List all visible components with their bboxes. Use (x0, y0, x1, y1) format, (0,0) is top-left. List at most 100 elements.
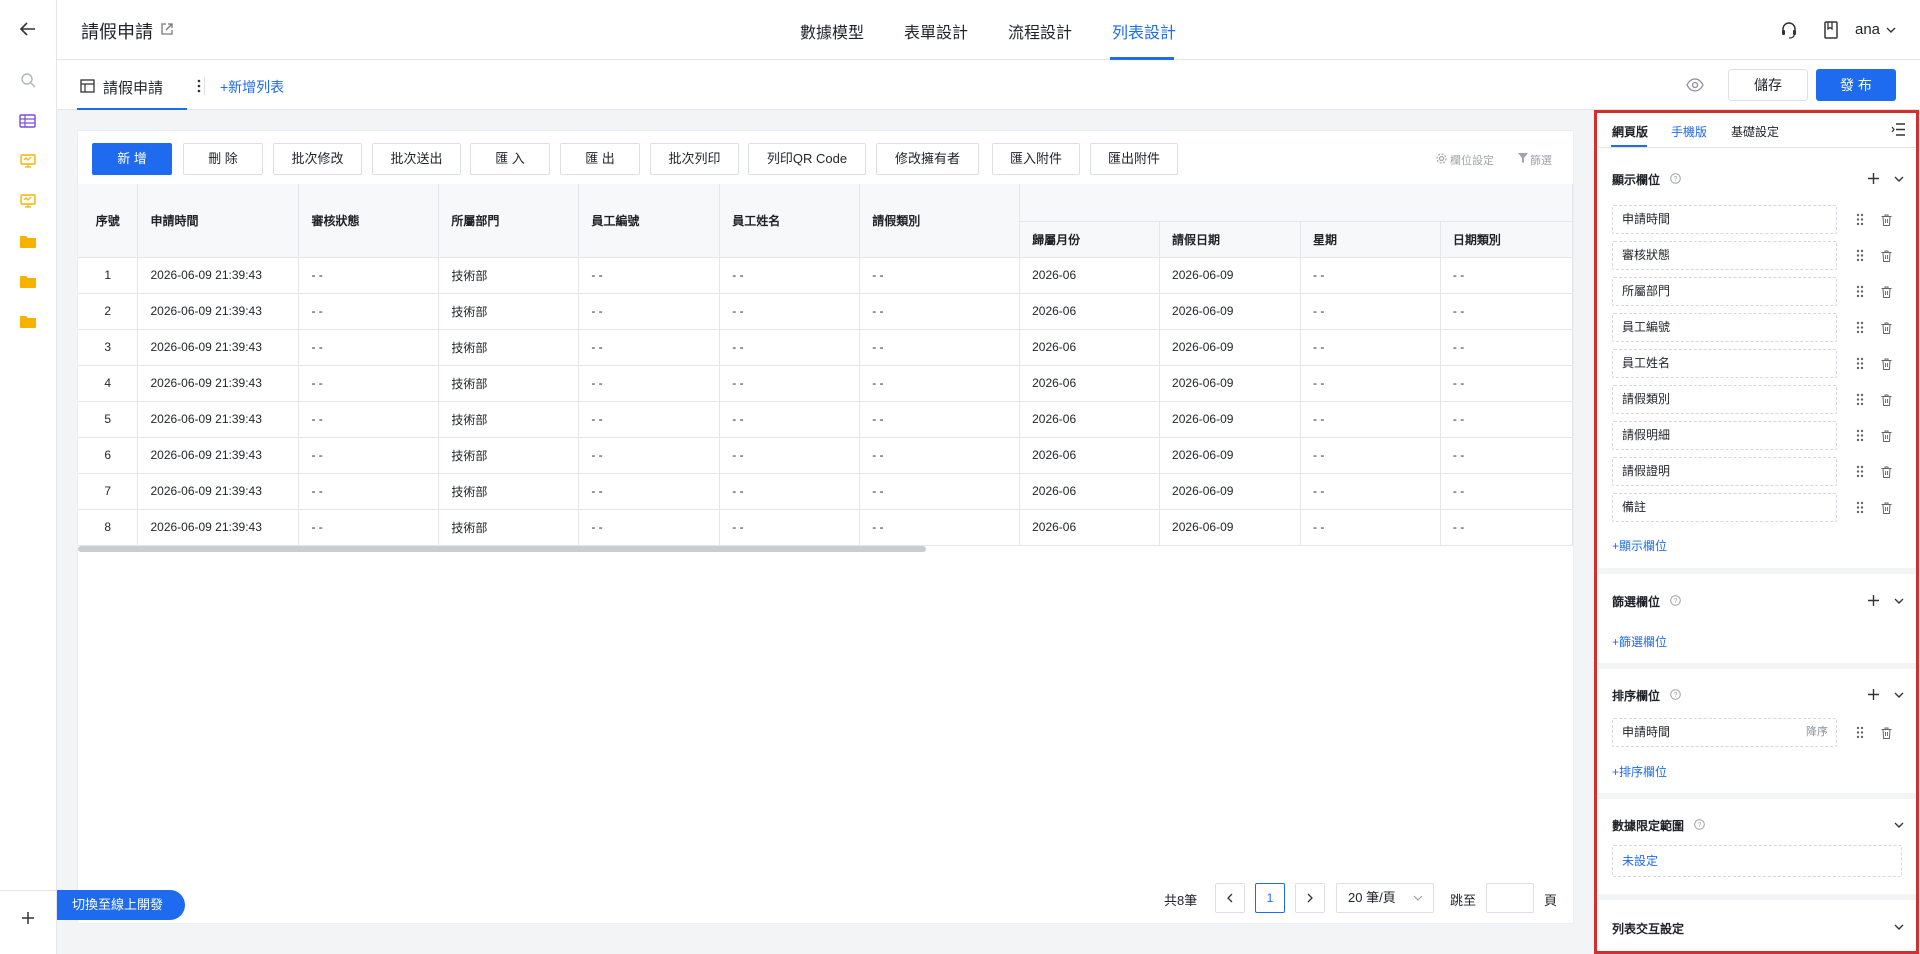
horizontal-scrollbar-thumb[interactable] (78, 546, 926, 552)
folder-icon[interactable] (20, 275, 36, 288)
trash-icon[interactable] (1881, 214, 1892, 226)
trash-icon[interactable] (1881, 286, 1892, 298)
preview-eye-icon[interactable] (1686, 77, 1704, 93)
import-attachment-button[interactable]: 匯入附件 (992, 143, 1080, 175)
filter-link[interactable]: 篩選 (1530, 152, 1552, 168)
sort-field-item[interactable]: 申請時間 降序 (1612, 718, 1837, 747)
display-field-item[interactable]: 請假證明 (1612, 457, 1837, 486)
help-circle-icon[interactable]: ? (1670, 689, 1681, 700)
add-icon[interactable] (1867, 594, 1880, 607)
trash-icon[interactable] (1881, 502, 1892, 514)
display-field-item[interactable]: 員工編號 (1612, 313, 1837, 342)
display-field-item[interactable]: 請假明細 (1612, 421, 1837, 450)
display-field-item[interactable]: 員工姓名 (1612, 349, 1837, 378)
add-record-button[interactable]: 新 增 (92, 143, 172, 175)
export-button[interactable]: 匯 出 (560, 143, 640, 175)
drag-handle-icon[interactable] (1856, 285, 1864, 298)
chevron-down-icon[interactable] (1885, 24, 1897, 36)
tab-flow-design[interactable]: 流程設計 (1008, 19, 1072, 43)
drag-handle-icon[interactable] (1856, 465, 1864, 478)
tab-list-design[interactable]: 列表設計 (1112, 19, 1176, 43)
publish-button[interactable]: 發 布 (1816, 69, 1896, 101)
drag-handle-icon[interactable] (1856, 249, 1864, 262)
tab-form-design[interactable]: 表單設計 (904, 19, 968, 43)
dashboard-screen-icon[interactable] (20, 194, 36, 208)
page-number-button[interactable]: 1 (1255, 883, 1285, 913)
delete-button[interactable]: 刪 除 (183, 143, 263, 175)
trash-icon[interactable] (1881, 394, 1892, 406)
drag-handle-icon[interactable] (1856, 429, 1864, 442)
user-name[interactable]: ana (1855, 21, 1880, 38)
table-row[interactable]: 2 2026-06-09 21:39:43- - 技術部 - -- -- -2026-… (78, 293, 1573, 330)
table-row[interactable]: 3 2026-06-09 21:39:43- - 技術部 - -- -- -2026-… (78, 329, 1573, 366)
add-icon[interactable] (1867, 688, 1880, 701)
add-icon[interactable] (21, 911, 35, 925)
change-owner-button[interactable]: 修改擁有者 (876, 143, 979, 175)
batch-print-button[interactable]: 批次列印 (650, 143, 739, 175)
sort-direction-toggle[interactable]: 降序 (1806, 719, 1828, 746)
next-page-button[interactable] (1295, 883, 1325, 913)
trash-icon[interactable] (1881, 250, 1892, 262)
drag-handle-icon[interactable] (1856, 321, 1864, 334)
prev-page-button[interactable] (1215, 883, 1245, 913)
table-list-icon[interactable] (19, 114, 36, 128)
help-circle-icon[interactable]: ? (1670, 173, 1681, 184)
filter-icon[interactable] (1518, 153, 1528, 163)
data-scope-value[interactable]: 未設定 (1612, 845, 1902, 877)
chevron-down-icon[interactable] (1893, 595, 1905, 607)
display-field-item[interactable]: 申請時間 (1612, 205, 1837, 234)
tab-web[interactable]: 網頁版 (1612, 123, 1648, 140)
help-circle-icon[interactable]: ? (1694, 819, 1705, 830)
gear-icon[interactable] (1436, 153, 1447, 164)
help-circle-icon[interactable]: ? (1670, 595, 1681, 606)
drag-handle-icon[interactable] (1856, 213, 1864, 226)
chevron-down-icon[interactable] (1893, 921, 1905, 933)
trash-icon[interactable] (1881, 466, 1892, 478)
table-row[interactable]: 5 2026-06-09 21:39:43- - 技術部 - -- -- -2026-… (78, 401, 1573, 438)
more-vertical-icon[interactable] (196, 78, 202, 94)
jump-page-input[interactable] (1486, 883, 1534, 913)
display-field-item[interactable]: 備註 (1612, 493, 1837, 522)
chevron-down-icon[interactable] (1893, 689, 1905, 701)
trash-icon[interactable] (1881, 322, 1892, 334)
chevron-down-icon[interactable] (1893, 173, 1905, 185)
add-list-link[interactable]: +新增列表 (220, 77, 284, 97)
drag-handle-icon[interactable] (1856, 501, 1864, 514)
tab-basic-settings[interactable]: 基礎設定 (1731, 123, 1779, 140)
trash-icon[interactable] (1881, 727, 1892, 739)
add-filter-field-link[interactable]: +篩選欄位 (1612, 633, 1667, 650)
add-sort-field-link[interactable]: +排序欄位 (1612, 763, 1667, 780)
search-icon[interactable] (20, 72, 36, 88)
folder-icon[interactable] (20, 315, 36, 328)
trash-icon[interactable] (1881, 358, 1892, 370)
table-row[interactable]: 7 2026-06-09 21:39:43- - 技術部 - -- -- -2026-… (78, 473, 1573, 510)
export-attachment-button[interactable]: 匯出附件 (1090, 143, 1178, 175)
display-field-item[interactable]: 所屬部門 (1612, 277, 1837, 306)
external-link-icon[interactable] (160, 22, 174, 36)
document-icon[interactable] (1823, 21, 1839, 39)
table-row[interactable]: 1 2026-06-09 21:39:43- - 技術部 - -- -- -2026-… (78, 257, 1573, 294)
import-button[interactable]: 匯 入 (470, 143, 550, 175)
drag-handle-icon[interactable] (1856, 726, 1864, 739)
table-row[interactable]: 8 2026-06-09 21:39:43- - 技術部 - -- -- -2026-… (78, 509, 1573, 546)
drag-handle-icon[interactable] (1856, 393, 1864, 406)
display-field-item[interactable]: 審核狀態 (1612, 241, 1837, 270)
list-indent-icon[interactable] (1891, 123, 1905, 136)
back-arrow-icon[interactable] (19, 20, 37, 38)
switch-online-button[interactable]: 切換至線上開發 (57, 890, 185, 920)
trash-icon[interactable] (1881, 430, 1892, 442)
column-settings-link[interactable]: 欄位設定 (1450, 152, 1494, 168)
table-row[interactable]: 6 2026-06-09 21:39:43- - 技術部 - -- -- -2026-… (78, 437, 1573, 474)
add-icon[interactable] (1867, 172, 1880, 185)
batch-submit-button[interactable]: 批次送出 (372, 143, 461, 175)
headset-support-icon[interactable] (1780, 21, 1798, 39)
save-button[interactable]: 儲存 (1728, 69, 1808, 101)
display-field-item[interactable]: 請假類別 (1612, 385, 1837, 414)
table-row[interactable]: 4 2026-06-09 21:39:43- - 技術部 - -- -- -2026-… (78, 365, 1573, 402)
tab-mobile[interactable]: 手機版 (1671, 123, 1707, 140)
chevron-down-icon[interactable] (1893, 819, 1905, 831)
add-display-field-link[interactable]: +顯示欄位 (1612, 537, 1667, 554)
batch-edit-button[interactable]: 批次修改 (273, 143, 362, 175)
report-screen-icon[interactable] (20, 154, 36, 168)
print-qr-button[interactable]: 列印QR Code (748, 143, 866, 175)
